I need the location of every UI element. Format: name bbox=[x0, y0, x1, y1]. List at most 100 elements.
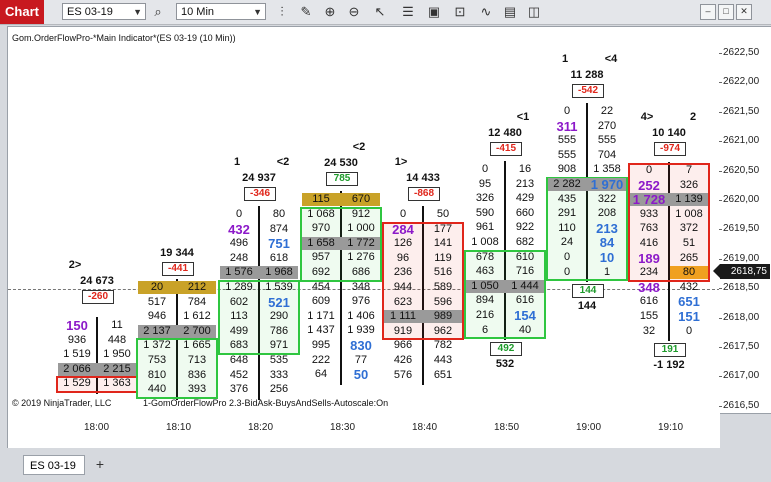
zoom-out-icon[interactable]: ⊖ bbox=[344, 2, 364, 22]
ask-volume-cell: 80 bbox=[682, 266, 696, 279]
bid-volume-cell: 110 bbox=[558, 221, 576, 234]
snapshot-icon[interactable]: ◫ bbox=[524, 2, 544, 22]
ask-volume-cell: 971 bbox=[269, 339, 289, 352]
bid-volume-cell: 6 bbox=[481, 323, 489, 336]
bid-volume-cell: 1 289 bbox=[225, 281, 253, 293]
ask-volume-cell: 1 bbox=[603, 265, 611, 278]
ask-volume-cell: 651 bbox=[678, 294, 700, 310]
search-icon[interactable]: ⌕ bbox=[148, 2, 168, 22]
time-tick-label: 18:20 bbox=[248, 422, 274, 433]
bar-delta-below: 191 bbox=[654, 343, 686, 358]
bid-volume-cell: 517 bbox=[147, 295, 167, 308]
bar-signal-label-2: 2 bbox=[689, 111, 697, 123]
ask-volume-cell: 1 950 bbox=[103, 348, 131, 361]
ask-volume-cell: 2 700 bbox=[183, 324, 211, 337]
zoom-in-icon[interactable]: ⊕ bbox=[320, 2, 340, 22]
time-tick-label: 19:00 bbox=[576, 422, 602, 433]
time-axis[interactable]: 18:00 18:10 18:20 18:30 18:40 18:50 19:00 19:10 bbox=[7, 412, 720, 448]
bid-volume-cell: 435 bbox=[557, 192, 577, 205]
bid-volume-cell: 1 050 bbox=[471, 279, 499, 292]
properties-icon[interactable]: ☰ bbox=[398, 2, 418, 22]
time-tick-label: 18:10 bbox=[166, 422, 192, 433]
ask-volume-cell: 670 bbox=[351, 193, 371, 205]
bid-volume-cell: 933 bbox=[639, 207, 659, 220]
ask-volume-cell: 213 bbox=[515, 177, 535, 190]
add-tab-button[interactable]: + bbox=[92, 456, 108, 472]
minimize-button[interactable]: – bbox=[700, 4, 716, 20]
price-tick-label: 2617,00 bbox=[718, 370, 760, 382]
ask-volume-cell: 7 bbox=[685, 164, 693, 176]
close-button[interactable]: ✕ bbox=[736, 4, 752, 20]
indicators-icon[interactable]: ∿ bbox=[476, 2, 496, 22]
bid-volume-cell: 1 529 bbox=[63, 377, 91, 390]
bid-volume-cell: 2 282 bbox=[553, 178, 581, 190]
interval-selector[interactable]: 10 Min ▼ bbox=[176, 3, 266, 20]
bar-style-icon[interactable]: ⫶ bbox=[272, 2, 292, 22]
bid-volume-cell: 957 bbox=[311, 251, 331, 264]
bid-volume-cell: 970 bbox=[311, 222, 331, 235]
bid-volume-cell: 326 bbox=[475, 192, 495, 205]
ask-volume-cell: 989 bbox=[433, 310, 453, 323]
ask-volume-cell: 713 bbox=[187, 354, 207, 366]
bid-volume-cell: 555 bbox=[557, 134, 577, 147]
pencil-icon[interactable]: ✎ bbox=[296, 2, 316, 22]
chart-plot-area[interactable]: Gom.OrderFlowPro-*Main Indicator*(ES 03-… bbox=[7, 26, 721, 414]
ask-volume-cell: 151 bbox=[678, 309, 700, 324]
pointer-icon[interactable]: ↖ bbox=[370, 2, 390, 22]
chevron-down-icon: ▼ bbox=[133, 7, 142, 17]
ask-volume-cell: 1 612 bbox=[183, 310, 211, 323]
bar-signal-label: 4> bbox=[640, 111, 654, 123]
bid-volume-cell: 810 bbox=[147, 368, 167, 381]
ask-volume-cell: 1 970 bbox=[590, 177, 624, 192]
strategies-icon[interactable]: ▣ bbox=[424, 2, 444, 22]
bid-volume-cell: 683 bbox=[229, 339, 249, 352]
bid-volume-cell: 291 bbox=[557, 207, 577, 220]
bar-delta: -974 bbox=[654, 142, 686, 156]
ask-volume-cell: 213 bbox=[596, 220, 618, 236]
bid-volume-cell: 576 bbox=[393, 368, 413, 381]
ask-volume-cell: 535 bbox=[269, 354, 289, 366]
price-tick-label: 2620,50 bbox=[718, 164, 760, 176]
ask-volume-cell: 682 bbox=[515, 236, 535, 248]
ask-volume-cell: 610 bbox=[515, 250, 535, 263]
ask-volume-cell: 1 139 bbox=[675, 193, 703, 206]
instrument-selector[interactable]: ES 03-19 ▼ bbox=[62, 3, 146, 20]
ask-volume-cell: 51 bbox=[682, 237, 696, 249]
ask-volume-cell: 1 968 bbox=[265, 266, 293, 279]
bid-volume-cell: 1 008 bbox=[471, 236, 499, 248]
bid-volume-cell: 602 bbox=[229, 295, 249, 308]
bar-total-volume: 19 344 bbox=[160, 247, 194, 259]
ask-volume-cell: 1 363 bbox=[103, 377, 131, 390]
bid-volume-cell: 252 bbox=[638, 177, 660, 193]
ask-volume-cell: 751 bbox=[268, 236, 290, 252]
bar-delta: -542 bbox=[572, 84, 604, 98]
chart-trader-icon[interactable]: ⊡ bbox=[450, 2, 470, 22]
tab-instrument[interactable]: ES 03-19 bbox=[23, 455, 85, 475]
price-tick-label: 2618,50 bbox=[718, 282, 760, 294]
bid-volume-cell: 234 bbox=[639, 266, 659, 279]
maximize-button[interactable]: □ bbox=[718, 4, 734, 20]
bid-volume-cell: 416 bbox=[639, 237, 659, 249]
ask-volume-cell: 786 bbox=[269, 324, 289, 337]
time-tick-label: 19:10 bbox=[658, 422, 684, 433]
bid-volume-cell: 894 bbox=[475, 294, 495, 307]
bid-volume-cell: 692 bbox=[311, 266, 331, 278]
ask-volume-cell: 521 bbox=[268, 294, 290, 310]
ask-volume-cell: 290 bbox=[269, 310, 289, 323]
bar-signal-label: 2> bbox=[68, 259, 82, 271]
indicator-settings-label: 1-GomOrderFlowPro 2.3-BidAsk-BuysAndSell… bbox=[143, 398, 389, 408]
bar-signal-label: 1 bbox=[561, 53, 569, 65]
bid-volume-cell: 623 bbox=[393, 295, 413, 308]
ask-volume-cell: 0 bbox=[685, 324, 693, 337]
ask-volume-cell: 782 bbox=[433, 339, 453, 352]
ask-volume-cell: 651 bbox=[433, 368, 453, 381]
price-axis[interactable]: 2622,50 2622,00 2621,50 2621,00 2620,50 2620,… bbox=[718, 26, 771, 414]
data-box-icon[interactable]: ▤ bbox=[500, 2, 520, 22]
bid-volume-cell: 499 bbox=[229, 324, 249, 337]
ask-volume-cell: 212 bbox=[187, 281, 207, 293]
price-tick-label: 2622,50 bbox=[718, 47, 760, 58]
bid-volume-cell: 0 bbox=[399, 208, 407, 220]
bar-signal-label: <2 bbox=[352, 141, 366, 153]
bar-delta-below: 492 bbox=[490, 342, 522, 357]
ask-volume-cell: 596 bbox=[433, 295, 453, 308]
